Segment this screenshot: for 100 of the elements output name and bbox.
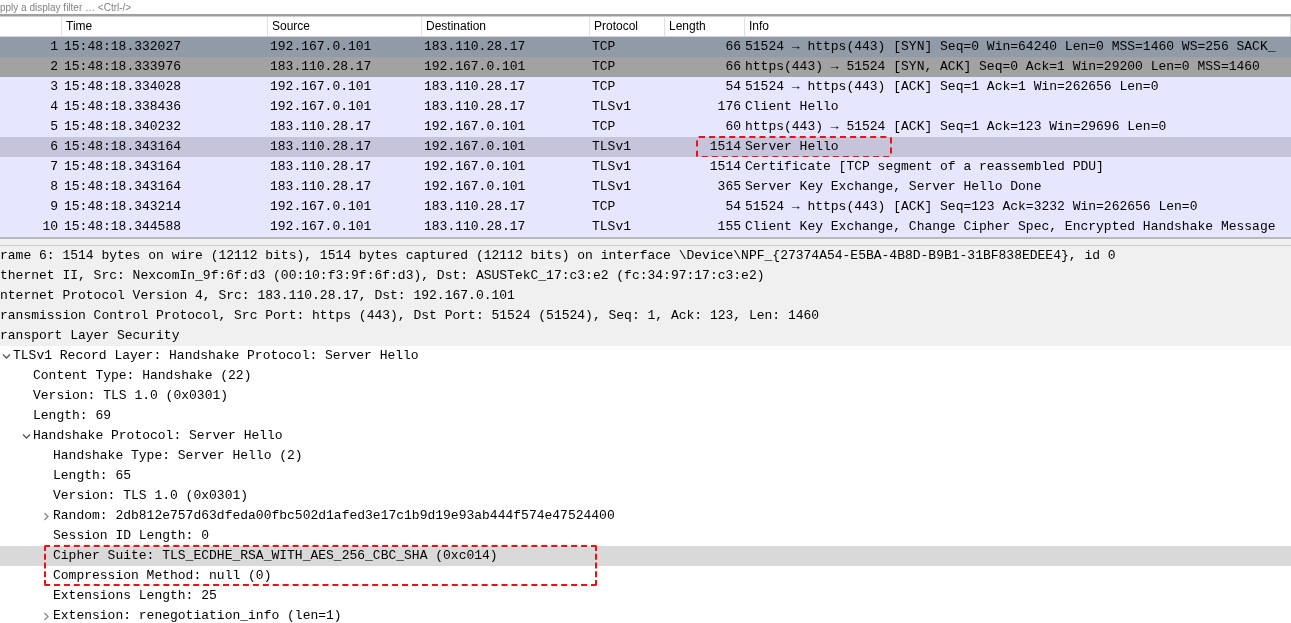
detail-text: Length: 65 <box>53 467 131 485</box>
detail-text: ransport Layer Security <box>0 327 180 345</box>
packet-row[interactable]: 7 15:48:18.343164 183.110.28.17 192.167.0.101 TLSv1 1514 Certificate [TCP segment of a reassembled PDU] <box>0 157 1291 177</box>
packet-row[interactable]: 10 15:48:18.344588 192.167.0.101 183.110.28.17 TLSv1 155 Client Key Exchange, Change Cipher Spec, Encrypted Handshake Message <box>0 217 1291 237</box>
table-cell-text: 155 <box>716 218 742 236</box>
table-cell-text: 192.167.0.101 <box>423 138 527 156</box>
detail-row[interactable]: Session ID Length: 0 <box>0 526 1291 546</box>
detail-text: Extensions Length: 25 <box>53 587 217 605</box>
table-cell-text: 5 <box>49 118 59 136</box>
table-cell-text: 15:48:18.343164 <box>63 158 183 176</box>
table-cell-text: Server Hello <box>745 138 840 156</box>
table-cell-text: 51524 → https(443) [ACK] Seq=1 Ack=1 Win=262656 Len=0 <box>745 78 1160 96</box>
table-cell-text: 192.167.0.101 <box>269 98 373 116</box>
packet-row[interactable]: 2 15:48:18.333976 183.110.28.17 192.167.0.101 TCP 66 https(443) → 51524 [SYN, ACK] Seq=0 Ack=1 Win=29200 Len=0 MSS=1460 <box>0 57 1291 77</box>
table-cell-text: 192.167.0.101 <box>423 58 527 76</box>
table-cell-text: 60 <box>724 118 742 136</box>
pane-splitter[interactable] <box>0 237 1291 246</box>
table-cell-text: Client Key Exchange, Change Cipher Spec, Encrypted Handshake Message <box>745 218 1277 236</box>
table-cell-text: 176 <box>716 98 742 116</box>
table-cell-text: 54 <box>724 78 742 96</box>
table-cell-text: 1514 <box>708 158 742 176</box>
table-cell-text: TCP <box>591 38 617 56</box>
column-header[interactable]: Source <box>268 17 422 36</box>
table-cell-text: 192.167.0.101 <box>269 38 373 56</box>
table-cell-text: 183.110.28.17 <box>423 78 527 96</box>
table-cell-text: 51524 → https(443) [ACK] Seq=123 Ack=3232 Win=262656 Len=0 <box>745 198 1199 216</box>
table-cell-text: 15:48:18.343164 <box>63 178 183 196</box>
table-cell-text: 183.110.28.17 <box>269 118 373 136</box>
table-cell-text: 192.167.0.101 <box>269 218 373 236</box>
table-cell-text: 183.110.28.17 <box>269 138 373 156</box>
detail-row[interactable]: Extension: renegotiation_info (len=1) <box>0 606 1291 623</box>
detail-row[interactable]: Handshake Protocol: Server Hello <box>0 426 1291 446</box>
column-header[interactable]: Protocol <box>590 17 665 36</box>
detail-row[interactable]: rame 6: 1514 bytes on wire (12112 bits), 1514 bytes captured (12112 bits) on interface \Device\NPF_{27374A54-E5BA-4B8D-B9B1-31BF838EDEE4}, id 0 <box>0 246 1291 266</box>
table-cell-text: TCP <box>591 198 617 216</box>
chevron-down-icon[interactable] <box>2 351 11 361</box>
detail-row[interactable]: Version: TLS 1.0 (0x0301) <box>0 486 1291 506</box>
chevron-down-icon[interactable] <box>22 431 31 441</box>
chevron-right-icon[interactable] <box>42 511 51 521</box>
table-cell-text: TCP <box>591 118 617 136</box>
table-cell-text: TLSv1 <box>591 218 632 236</box>
table-cell-text: 15:48:18.334028 <box>63 78 183 96</box>
table-cell-text: 8 <box>49 178 59 196</box>
detail-text: thernet II, Src: NexcomIn_9f:6f:d3 (00:10:f3:9f:6f:d3), Dst: ASUSTekC_17:c3:e2 (fc:34:97:17:c3:e2) <box>0 267 765 285</box>
detail-row[interactable]: Cipher Suite: TLS_ECDHE_RSA_WITH_AES_256_CBC_SHA (0xc014) <box>0 546 1291 566</box>
detail-row[interactable]: Compression Method: null (0) <box>0 566 1291 586</box>
table-cell-text: 192.167.0.101 <box>269 198 373 216</box>
detail-text: Cipher Suite: TLS_ECDHE_RSA_WITH_AES_256_CBC_SHA (0xc014) <box>53 547 498 565</box>
detail-row[interactable]: Random: 2db812e757d63dfeda00fbc502d1afed3e17c1b9d19e93ab444f574e47524400 <box>0 506 1291 526</box>
column-header[interactable]: Time <box>62 17 268 36</box>
packet-row[interactable]: 5 15:48:18.340232 183.110.28.17 192.167.0.101 TCP 60 https(443) → 51524 [ACK] Seq=1 Ack=123 Win=29696 Len=0 <box>0 117 1291 137</box>
table-cell-text: 15:48:18.344588 <box>63 218 183 236</box>
table-cell-text: 51524 → https(443) [SYN] Seq=0 Win=64240 Len=0 MSS=1460 WS=256 SACK_ <box>745 38 1277 56</box>
packet-row[interactable]: 1 15:48:18.332027 192.167.0.101 183.110.28.17 TCP 66 51524 → https(443) [SYN] Seq=0 Win=64240 Len=0 MSS=1460 WS=256 SACK_ <box>0 37 1291 57</box>
table-cell-text: 192.167.0.101 <box>423 158 527 176</box>
table-cell-text: 15:48:18.343214 <box>63 198 183 216</box>
detail-text: Content Type: Handshake (22) <box>33 367 252 385</box>
packet-row[interactable]: 4 15:48:18.338436 192.167.0.101 183.110.28.17 TLSv1 176 Client Hello <box>0 97 1291 117</box>
chevron-right-icon[interactable] <box>42 611 51 621</box>
detail-row[interactable]: nternet Protocol Version 4, Src: 183.110.28.17, Dst: 192.167.0.101 <box>0 286 1291 306</box>
detail-text: ransmission Control Protocol, Src Port: https (443), Dst Port: 51524 (51524), Seq: 1, Ack: 123, Len: 1460 <box>0 307 820 325</box>
detail-row[interactable]: thernet II, Src: NexcomIn_9f:6f:d3 (00:10:f3:9f:6f:d3), Dst: ASUSTekC_17:c3:e2 (fc:34:97:17:c3:e2) <box>0 266 1291 286</box>
detail-row[interactable]: ransport Layer Security <box>0 326 1291 346</box>
detail-row[interactable]: Handshake Type: Server Hello (2) <box>0 446 1291 466</box>
table-cell-text: 1 <box>49 38 59 56</box>
table-cell-text: 15:48:18.332027 <box>63 38 183 56</box>
detail-row[interactable]: Content Type: Handshake (22) <box>0 366 1291 386</box>
detail-text: Length: 69 <box>33 407 111 425</box>
column-header[interactable]: Info <box>745 17 1291 36</box>
detail-text: Handshake Protocol: Server Hello <box>33 427 283 445</box>
packet-row[interactable]: 3 15:48:18.334028 192.167.0.101 183.110.28.17 TCP 54 51524 → https(443) [ACK] Seq=1 Ack=1 Win=262656 Len=0 <box>0 77 1291 97</box>
detail-row[interactable]: Extensions Length: 25 <box>0 586 1291 606</box>
table-cell-text: 15:48:18.338436 <box>63 98 183 116</box>
table-cell-text: 183.110.28.17 <box>423 98 527 116</box>
table-cell-text: 3 <box>49 78 59 96</box>
detail-text: Version: TLS 1.0 (0x0301) <box>33 387 229 405</box>
packet-row[interactable]: 8 15:48:18.343164 183.110.28.17 192.167.0.101 TLSv1 365 Server Key Exchange, Server Hello Done <box>0 177 1291 197</box>
packet-row[interactable]: 9 15:48:18.343214 192.167.0.101 183.110.28.17 TCP 54 51524 → https(443) [ACK] Seq=123 Ack=3232 Win=262656 Len=0 <box>0 197 1291 217</box>
column-header[interactable]: Destination <box>422 17 590 36</box>
table-cell-text: TLSv1 <box>591 178 632 196</box>
detail-text: Compression Method: null (0) <box>53 567 272 585</box>
detail-text: Random: 2db812e757d63dfeda00fbc502d1afed3e17c1b9d19e93ab444f574e47524400 <box>53 507 615 525</box>
table-cell-text: Client Hello <box>745 98 840 116</box>
table-cell-text: TCP <box>591 78 617 96</box>
detail-row[interactable]: Length: 69 <box>0 406 1291 426</box>
packet-row[interactable]: 6 15:48:18.343164 183.110.28.17 192.167.0.101 TLSv1 1514 Server Hello <box>0 137 1291 157</box>
detail-row[interactable]: Length: 65 <box>0 466 1291 486</box>
detail-row[interactable]: TLSv1 Record Layer: Handshake Protocol: Server Hello <box>0 346 1291 366</box>
table-cell-text: 15:48:18.333976 <box>63 58 183 76</box>
detail-text: nternet Protocol Version 4, Src: 183.110.28.17, Dst: 192.167.0.101 <box>0 287 515 305</box>
table-cell-text: 66 <box>724 38 742 56</box>
table-cell-text: 7 <box>49 158 59 176</box>
table-cell-text: 183.110.28.17 <box>423 198 527 216</box>
filter-field[interactable]: pply a display filter … <Ctrl-/> <box>0 2 132 14</box>
column-header[interactable]: Length <box>665 17 745 36</box>
detail-row[interactable]: ransmission Control Protocol, Src Port: https (443), Dst Port: 51524 (51524), Seq: 1, Ack: 123, Len: 1460 <box>0 306 1291 326</box>
detail-row[interactable]: Version: TLS 1.0 (0x0301) <box>0 386 1291 406</box>
table-cell-text: 1514 <box>708 138 742 156</box>
table-cell-text: 183.110.28.17 <box>423 38 527 56</box>
table-cell-text: 66 <box>724 58 742 76</box>
